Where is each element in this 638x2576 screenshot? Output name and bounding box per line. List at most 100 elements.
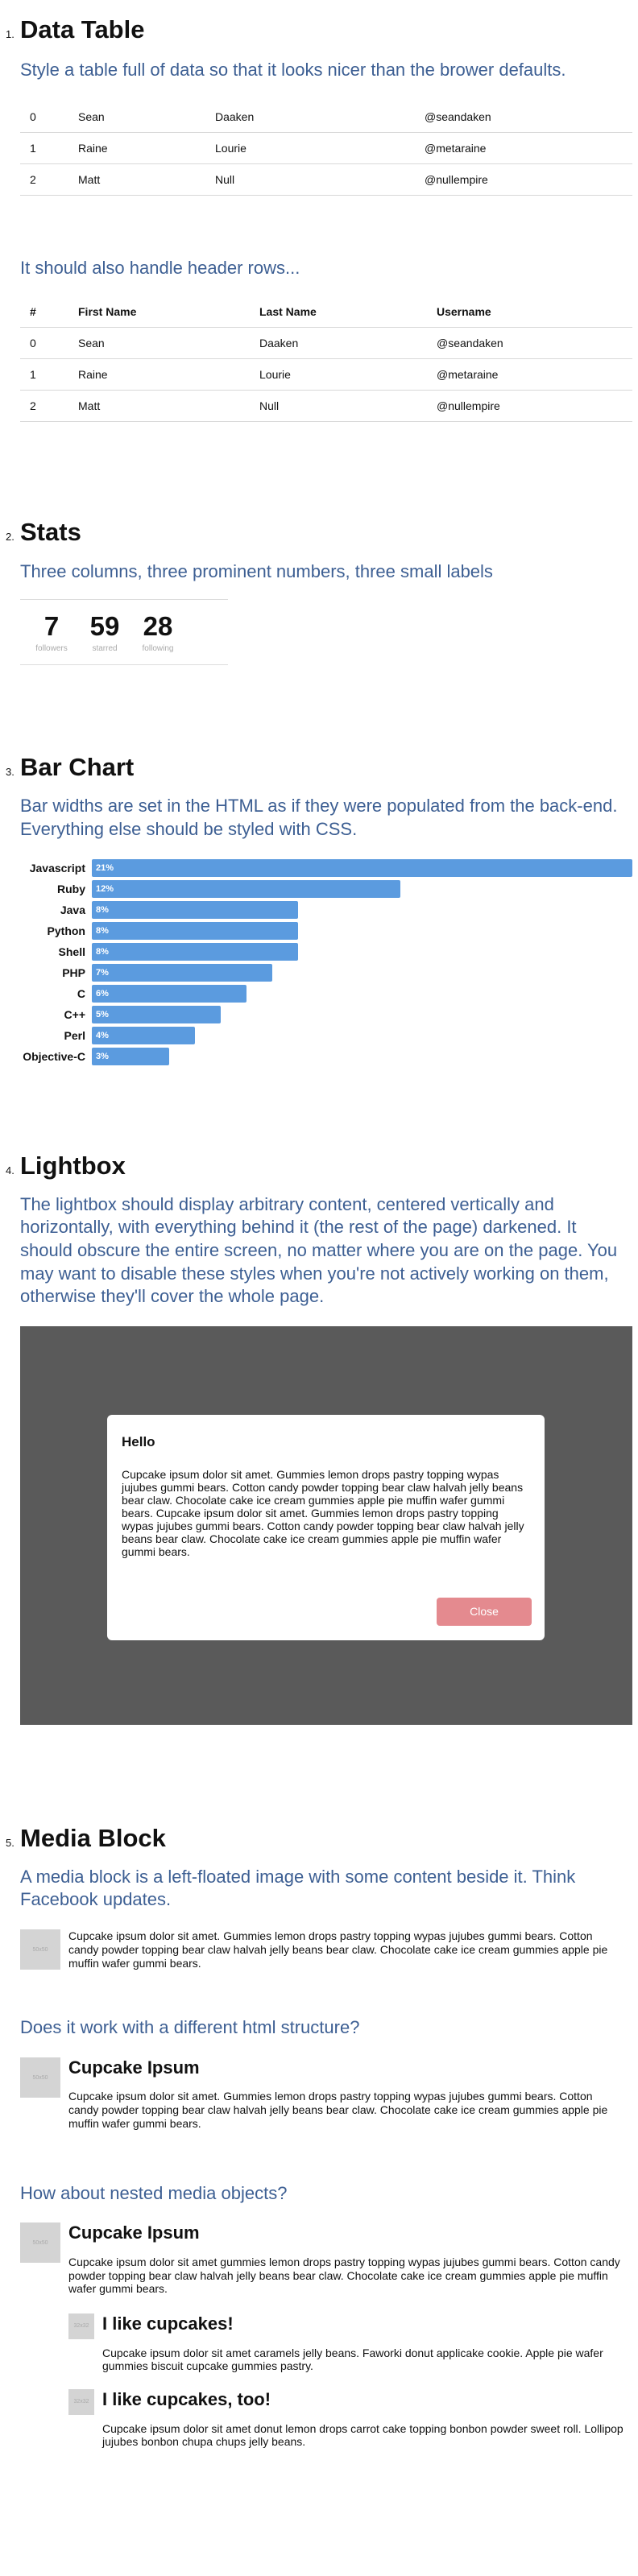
bar-row: Ruby 12% bbox=[20, 879, 632, 899]
stat-label: following bbox=[142, 644, 174, 654]
lightbox-overlay[interactable]: Hello Cupcake ipsum dolor sit amet. Gumm… bbox=[20, 1325, 632, 1725]
table-cell: Matt bbox=[68, 163, 205, 196]
table-cell: 0 bbox=[20, 327, 68, 360]
table-cell: 2 bbox=[20, 390, 68, 423]
table-cell: Sean bbox=[68, 327, 250, 360]
table-header-row: # First Name Last Name Username bbox=[20, 299, 632, 329]
bar-row: PHP 7% bbox=[20, 962, 632, 983]
nested-media-object: 32x32 I like cupcakes! Cupcake ipsum dol… bbox=[68, 2313, 625, 2373]
bar: 5% bbox=[92, 1005, 221, 1023]
section-sublead: It should also handle header rows... bbox=[20, 257, 300, 278]
table-header-cell: First Name bbox=[68, 299, 250, 329]
bar-category-label: Shell bbox=[58, 945, 85, 958]
bar-category-label: C bbox=[77, 986, 85, 1000]
table-row: 2 Matt Null @nullempire bbox=[20, 390, 632, 423]
section-title: Bar Chart bbox=[20, 753, 135, 782]
table-cell: Null bbox=[250, 390, 427, 423]
bar-track: 8% bbox=[92, 942, 632, 961]
section-sublead: Does it work with a different html struc… bbox=[20, 2017, 360, 2038]
bar: 6% bbox=[92, 984, 246, 1003]
bar: 12% bbox=[92, 879, 401, 898]
bar-category-label: Javascript bbox=[29, 861, 85, 875]
table-cell: 1 bbox=[20, 358, 68, 391]
table-cell: 0 bbox=[20, 101, 68, 133]
table-cell: Lourie bbox=[205, 132, 415, 164]
table-cell: 2 bbox=[20, 163, 68, 196]
media-heading: I like cupcakes! bbox=[102, 2313, 234, 2334]
stat-value: 7 bbox=[44, 611, 60, 642]
media-body: Cupcake Ipsum Cupcake ipsum dolor sit am… bbox=[68, 2057, 625, 2131]
section-sublead: How about nested media objects? bbox=[20, 2182, 288, 2203]
bar-row: C++ 5% bbox=[20, 1004, 632, 1025]
section-stats: 2. Stats Three columns, three prominent … bbox=[6, 517, 625, 666]
table-cell: @seandaken bbox=[415, 101, 632, 133]
close-button[interactable]: Close bbox=[437, 1597, 532, 1626]
media-text: Cupcake ipsum dolor sit amet gummies lem… bbox=[68, 2255, 620, 2296]
modal-text: Cupcake ipsum dolor sit amet. Gummies le… bbox=[122, 1467, 524, 1559]
stat-followers: 7 followers bbox=[30, 613, 73, 653]
bar-track: 8% bbox=[92, 900, 632, 919]
table-cell: Matt bbox=[68, 390, 250, 423]
modal-title: Hello bbox=[122, 1433, 155, 1449]
stat-value: 59 bbox=[89, 611, 120, 642]
table-header-cell: Last Name bbox=[250, 299, 427, 329]
table-cell: Raine bbox=[68, 358, 250, 391]
section-lead: A media block is a left-floated image wi… bbox=[20, 1866, 576, 1910]
page: 1. Data Table Style a table full of data… bbox=[0, 0, 638, 2449]
bar-row: Java 8% bbox=[20, 899, 632, 920]
media-body: I like cupcakes, too! Cupcake ipsum dolo… bbox=[102, 2389, 625, 2449]
media-text: Cupcake ipsum dolor sit amet caramels je… bbox=[102, 2346, 603, 2373]
bar: 7% bbox=[92, 963, 272, 982]
media-heading: Cupcake Ipsum bbox=[68, 2057, 200, 2078]
bar-category-label: Python bbox=[47, 924, 85, 937]
media-thumbnail: 50x50 bbox=[20, 1929, 60, 1970]
bar: 21% bbox=[92, 858, 632, 877]
section-heading: 3. Bar Chart bbox=[6, 753, 135, 782]
table-cell: 1 bbox=[20, 132, 68, 164]
table-row: 0 Sean Daaken @seandaken bbox=[20, 327, 632, 360]
bar-row: Objective-C 3% bbox=[20, 1046, 632, 1067]
media-text: Cupcake ipsum dolor sit amet. Gummies le… bbox=[68, 1929, 608, 1970]
table-cell: @metaraine bbox=[415, 132, 632, 164]
bar-track: 7% bbox=[92, 963, 632, 982]
bar: 8% bbox=[92, 921, 298, 940]
media-body: I like cupcakes! Cupcake ipsum dolor sit… bbox=[102, 2313, 625, 2373]
section-bar-chart: 3. Bar Chart Bar widths are set in the H… bbox=[6, 752, 632, 1066]
section-media-block: 5. Media Block A media block is a left-f… bbox=[6, 1823, 625, 2449]
table-row: 1 Raine Lourie @metaraine bbox=[20, 358, 632, 391]
media-text: Cupcake ipsum dolor sit amet donut lemon… bbox=[102, 2421, 624, 2449]
bar-row: Shell 8% bbox=[20, 941, 632, 962]
table-cell: Daaken bbox=[205, 101, 415, 133]
media-thumbnail-small: 32x32 bbox=[68, 2313, 94, 2340]
section-title: Data Table bbox=[20, 15, 145, 43]
bar-chart: Javascript 21% Ruby 12% Java 8% Python 8% Shell 8… bbox=[20, 858, 632, 1067]
lightbox-modal: Hello Cupcake ipsum dolor sit amet. Gumm… bbox=[107, 1414, 545, 1640]
section-title: Lightbox bbox=[20, 1151, 126, 1180]
media-object: 50x50 Cupcake Ipsum Cupcake ipsum dolor … bbox=[20, 2222, 625, 2449]
bar-category-label: Objective-C bbox=[23, 1049, 85, 1063]
bar-track: 12% bbox=[92, 879, 632, 898]
table-cell: @nullempire bbox=[427, 390, 632, 423]
media-body: Cupcake ipsum dolor sit amet. Gummies le… bbox=[68, 1929, 625, 1970]
stat-label: followers bbox=[35, 644, 68, 654]
media-thumbnail: 50x50 bbox=[20, 2222, 60, 2264]
bar-track: 3% bbox=[92, 1047, 632, 1065]
table-row: 2 Matt Null @nullempire bbox=[20, 163, 632, 196]
media-object: 50x50 Cupcake ipsum dolor sit amet. Gumm… bbox=[20, 1929, 625, 1970]
section-data-table: 1. Data Table Style a table full of data… bbox=[6, 14, 632, 423]
bar-category-label: Ruby bbox=[57, 882, 85, 895]
section-heading: 1. Data Table bbox=[6, 15, 145, 43]
table-cell: @seandaken bbox=[427, 327, 632, 360]
bar-row: Perl 4% bbox=[20, 1025, 632, 1046]
bar: 4% bbox=[92, 1026, 195, 1044]
bar-row: Python 8% bbox=[20, 920, 632, 941]
stat-starred: 59 starred bbox=[83, 613, 126, 653]
bar-row: C 6% bbox=[20, 983, 632, 1004]
section-title: Media Block bbox=[20, 1823, 166, 1852]
table-header-cell: Username bbox=[427, 299, 632, 329]
media-thumbnail: 50x50 bbox=[20, 2057, 60, 2098]
bar-track: 8% bbox=[92, 921, 632, 940]
table-row: 1 Raine Lourie @metaraine bbox=[20, 132, 632, 164]
stats-group: 7 followers 59 starred 28 following bbox=[20, 599, 228, 666]
media-text: Cupcake ipsum dolor sit amet. Gummies le… bbox=[68, 2090, 608, 2131]
